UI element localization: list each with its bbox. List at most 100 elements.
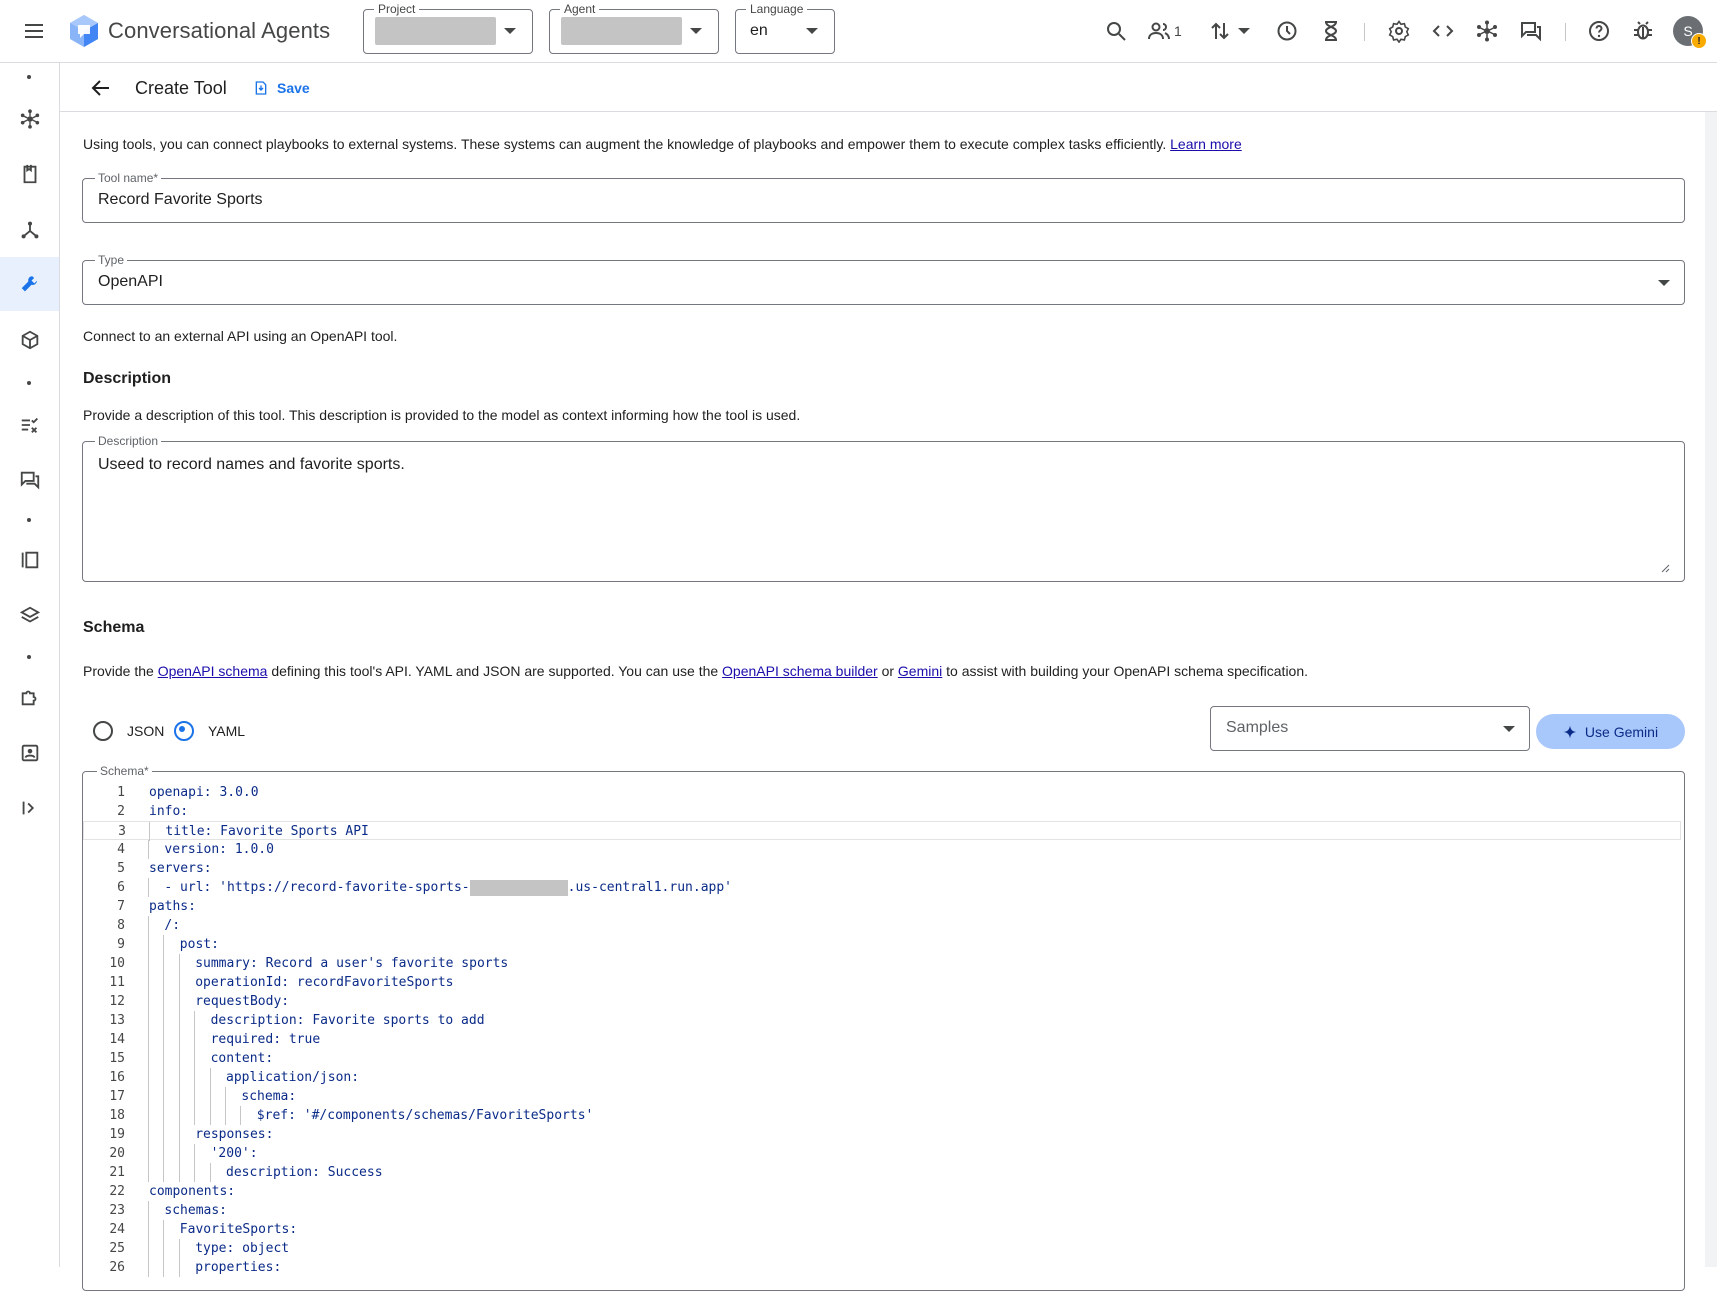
back-arrow-icon[interactable] (88, 75, 114, 101)
indent-guide (163, 1011, 165, 1030)
indent-guide (178, 973, 180, 992)
code-line: 19 responses: (83, 1125, 1683, 1144)
sidebar-item-integrations[interactable] (0, 670, 59, 724)
indent-guide (225, 1106, 226, 1125)
sidebar-item-data-stores[interactable] (0, 313, 59, 367)
sidebar-expand-toggle[interactable] (0, 781, 59, 835)
app-brand[interactable]: Conversational Agents (68, 14, 330, 48)
schema-code-editor[interactable]: Schema* 1 openapi: 3.0.0 2 info: 3 title: Fav… (82, 764, 1685, 1291)
code-text: paths: (149, 899, 196, 914)
tool-name-field[interactable]: Tool name* Record Favorite Sports (82, 171, 1685, 223)
tool-name-label: Tool name* (95, 171, 162, 185)
users-icon (1148, 22, 1170, 40)
network-hub-icon[interactable] (1474, 18, 1500, 44)
import-export-button[interactable] (1208, 18, 1252, 44)
help-icon[interactable] (1586, 18, 1612, 44)
samples-select[interactable]: Samples (1210, 706, 1530, 751)
use-gemini-button[interactable]: Use Gemini (1536, 714, 1685, 749)
project-select[interactable]: Project (363, 2, 533, 54)
intro-paragraph: Using tools, you can connect playbooks t… (83, 136, 1242, 152)
type-select[interactable]: Type OpenAPI (82, 253, 1685, 305)
sidebar-item-agents[interactable] (0, 92, 59, 146)
bug-report-icon[interactable] (1630, 18, 1656, 44)
main-menu-icon[interactable] (20, 19, 48, 43)
openapi-schema-link[interactable]: OpenAPI schema (158, 663, 268, 679)
sidebar-item-evaluations[interactable] (0, 398, 59, 452)
indent-guide (163, 1125, 165, 1144)
schema-editor-label: Schema* (97, 764, 152, 778)
indent-guide (178, 954, 180, 973)
indent-guide (148, 1068, 149, 1087)
type-label: Type (95, 253, 128, 267)
indent-guide (178, 1087, 180, 1106)
line-number: 10 (109, 956, 125, 971)
package-icon (21, 330, 38, 350)
indent-guide (148, 1258, 149, 1277)
import-export-icon (1211, 22, 1229, 40)
indent-guide (163, 973, 165, 992)
line-number: 13 (109, 1013, 125, 1028)
users-button[interactable]: 1 (1147, 18, 1191, 44)
learn-more-link[interactable]: Learn more (1170, 136, 1242, 152)
sidebar-section-dot (27, 518, 31, 522)
code-line: 20 '200': (83, 1144, 1683, 1163)
avatar[interactable]: S ! (1673, 16, 1707, 49)
sidebar-item-tools[interactable] (0, 257, 59, 311)
openapi-schema-builder-link[interactable]: OpenAPI schema builder (722, 663, 878, 679)
language-select-label: Language (746, 2, 808, 16)
sidebar-item-flows[interactable] (0, 203, 59, 257)
save-button[interactable]: Save (253, 77, 310, 99)
code-text: '200': (210, 1146, 258, 1161)
indent-guide (209, 1068, 211, 1087)
yaml-radio[interactable] (174, 721, 194, 741)
sidebar-item-examples[interactable] (0, 533, 59, 587)
schema-help-paragraph: Provide the OpenAPI schema defining this… (83, 663, 1308, 679)
code-icon[interactable] (1430, 18, 1456, 44)
network-hub-icon (20, 109, 39, 129)
code-text: components: (149, 1184, 236, 1199)
indent-guide (194, 1087, 196, 1106)
line-number: 20 (109, 1146, 125, 1161)
main-scrollbar[interactable] (1705, 112, 1717, 1267)
chevron-down-icon (1503, 726, 1515, 732)
indent-guide (178, 1239, 180, 1258)
layers-icon (19, 606, 40, 623)
indent-guide (194, 1030, 196, 1049)
hourglass-icon[interactable] (1318, 18, 1344, 44)
left-sidebar (0, 63, 60, 1267)
sidebar-item-conversations[interactable] (0, 453, 59, 507)
code-text: - url: 'https://record-favorite-sports-.… (164, 879, 733, 896)
description-textarea[interactable]: Description Useed to record names and fa… (82, 434, 1685, 582)
resize-handle-icon[interactable] (1660, 563, 1670, 573)
code-text: FavoriteSports: (179, 1222, 298, 1237)
checklist-icon (21, 417, 38, 433)
page-header: Create Tool Save (60, 63, 1717, 112)
sidebar-item-layers[interactable] (0, 589, 59, 643)
json-radio-option[interactable]: JSON (93, 721, 164, 741)
intro-text: Using tools, you can connect playbooks t… (83, 136, 1167, 152)
history-icon[interactable] (1274, 18, 1300, 44)
sidebar-item-contacts[interactable] (0, 726, 59, 780)
indent-guide (148, 878, 149, 897)
search-icon[interactable] (1103, 18, 1129, 44)
code-text: required: true (210, 1032, 321, 1047)
chevron-down-icon (504, 28, 516, 34)
agent-select[interactable]: Agent (549, 2, 719, 54)
schema-help-text-4: to assist with building your OpenAPI sch… (946, 663, 1309, 679)
line-number: 15 (109, 1051, 125, 1066)
code-text: description: Success (226, 1165, 383, 1180)
sidebar-item-playbooks[interactable] (0, 147, 59, 201)
settings-icon[interactable] (1386, 18, 1412, 44)
json-radio[interactable] (93, 721, 113, 741)
chat-icon[interactable] (1518, 18, 1544, 44)
code-line: 18 $ref: '#/components/schemas/FavoriteSp… (83, 1106, 1683, 1125)
expand-panel-icon (22, 801, 34, 815)
chat-icon (20, 471, 39, 490)
indent-guide (178, 1125, 180, 1144)
gemini-link[interactable]: Gemini (898, 663, 942, 679)
indent-guide (148, 916, 149, 935)
yaml-radio-option[interactable]: YAML (174, 721, 245, 741)
language-select[interactable]: Language en (735, 2, 835, 54)
code-line: 8 /: (83, 916, 1683, 935)
indent-guide (209, 1087, 211, 1106)
